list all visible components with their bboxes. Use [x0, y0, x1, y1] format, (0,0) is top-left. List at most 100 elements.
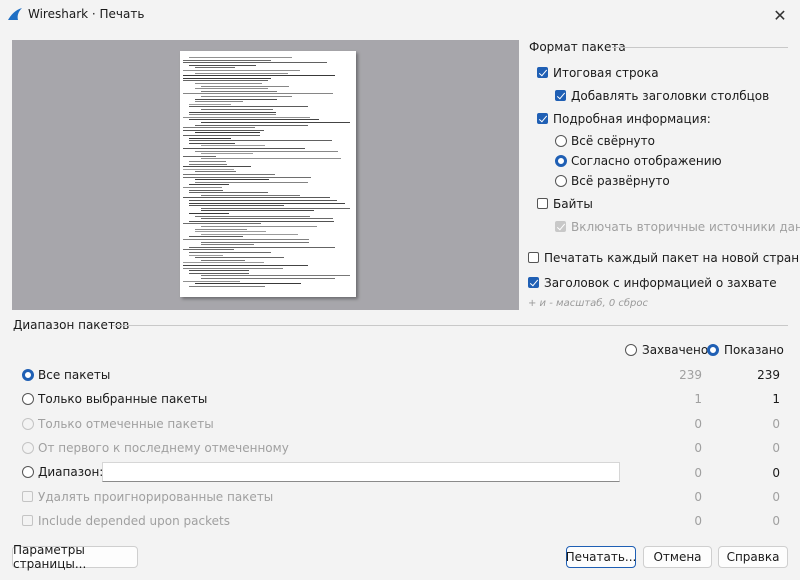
cancel-button[interactable]: Отмена	[643, 546, 712, 568]
preview-text-line	[183, 262, 264, 264]
preview-text-line	[201, 259, 245, 261]
group-divider	[112, 325, 788, 326]
preview-text-line	[189, 57, 292, 58]
captured-radio[interactable]	[625, 344, 637, 356]
range-label: Диапазон:	[38, 465, 104, 479]
preview-text-line	[201, 96, 293, 97]
capture-header-label: Заголовок с информацией о захвате	[544, 276, 777, 290]
secondary-sources-checkbox	[555, 221, 566, 232]
range-radio[interactable]	[22, 466, 34, 478]
capture-header-checkbox[interactable]	[528, 277, 539, 288]
new-page-label: Печатать каждый пакет на новой странице	[544, 251, 800, 265]
preview-text-line	[183, 176, 312, 178]
displayed-count: 1	[772, 392, 780, 406]
preview-text-line	[189, 205, 284, 207]
details-checkbox[interactable]	[537, 113, 548, 124]
preview-text-line	[189, 140, 333, 142]
preview-text-line	[183, 129, 265, 131]
preview-text-line	[183, 174, 276, 175]
preview-text-line	[201, 109, 274, 110]
selected-packets-radio[interactable]	[22, 393, 34, 405]
column-headers-checkbox[interactable]	[555, 90, 566, 101]
as-displayed-label: Согласно отображению	[571, 154, 722, 168]
preview-text-line	[195, 179, 269, 181]
bytes-checkbox[interactable]	[537, 198, 548, 209]
preview-text-line	[189, 184, 230, 186]
column-headers-label: Добавлять заголовки столбцов	[571, 89, 770, 103]
all-packets-label: Все пакеты	[38, 368, 111, 382]
preview-text-line	[195, 171, 237, 173]
preview-text-line	[183, 223, 261, 225]
preview-text-line	[195, 283, 302, 285]
new-page-checkbox[interactable]	[528, 252, 539, 263]
selected-packets-label: Только выбранные пакеты	[38, 392, 208, 406]
as-displayed-radio[interactable]	[555, 155, 567, 167]
remove-ignored-label: Удалять проигнорированные пакеты	[38, 490, 274, 504]
preview-text-line	[183, 249, 235, 251]
all-packets-radio[interactable]	[22, 369, 34, 381]
displayed-count: 0	[772, 490, 780, 504]
preview-text-line	[183, 70, 301, 71]
wireshark-fin-icon	[8, 8, 22, 20]
preview-text-line	[183, 59, 271, 61]
print-preview[interactable]	[12, 40, 519, 310]
preview-text-line	[189, 236, 243, 238]
page-setup-button[interactable]: Параметры страницы...	[12, 543, 138, 571]
preview-text-line	[189, 220, 334, 222]
captured-label: Захвачено	[642, 343, 709, 357]
captured-count: 0	[694, 417, 702, 431]
preview-text-line	[183, 77, 271, 79]
first-to-last-marked-radio	[22, 442, 34, 454]
preview-text-line	[201, 241, 309, 243]
preview-text-line	[189, 189, 223, 191]
preview-text-line	[183, 197, 330, 199]
remove-ignored-checkbox	[22, 491, 33, 502]
preview-text-line	[189, 246, 336, 248]
preview-text-line	[189, 192, 269, 194]
preview-text-line	[195, 181, 309, 183]
help-button[interactable]: Справка	[718, 546, 788, 568]
all-expanded-label: Всё развёрнуто	[571, 174, 670, 188]
displayed-radio[interactable]	[707, 344, 719, 356]
preview-text-line	[201, 153, 253, 155]
preview-text-line	[195, 101, 243, 103]
displayed-label: Показано	[724, 343, 784, 357]
preview-text-line	[195, 215, 310, 217]
print-button[interactable]: Печатать...	[566, 546, 636, 568]
preview-text-line	[195, 98, 278, 100]
preview-text-line	[201, 207, 350, 209]
range-input[interactable]	[102, 462, 620, 482]
preview-text-line	[189, 142, 236, 144]
preview-text-line	[189, 103, 231, 105]
preview-text-line	[183, 168, 235, 170]
include-depended-checkbox	[22, 515, 33, 526]
captured-count: 0	[694, 490, 702, 504]
window-title: Wireshark · Печать	[28, 7, 145, 21]
bytes-label: Байты	[553, 197, 593, 211]
preview-text-line	[201, 158, 341, 160]
displayed-count: 0	[772, 417, 780, 431]
close-icon: ✕	[773, 5, 787, 25]
secondary-sources-label: Включать вторичные источники данных	[571, 220, 800, 234]
preview-text-line	[189, 270, 250, 272]
summary-line-checkbox[interactable]	[537, 67, 548, 78]
captured-count: 0	[694, 514, 702, 528]
preview-text-line	[195, 257, 285, 259]
preview-text-line	[189, 200, 337, 201]
preview-text-line	[189, 213, 229, 214]
preview-text-line	[189, 163, 228, 165]
preview-text-line	[195, 67, 235, 69]
preview-text-line	[201, 210, 314, 212]
preview-text-line	[189, 252, 272, 253]
all-collapsed-label: Всё свёрнуто	[571, 134, 655, 148]
all-collapsed-radio[interactable]	[555, 135, 567, 147]
preview-text-line	[183, 135, 260, 136]
preview-page	[180, 51, 356, 297]
preview-text-line	[183, 116, 310, 118]
close-button[interactable]: ✕	[768, 4, 792, 26]
preview-text-line	[183, 148, 305, 149]
all-expanded-radio[interactable]	[555, 175, 567, 187]
group-divider	[612, 47, 788, 48]
preview-text-line	[183, 155, 216, 157]
first-to-last-marked-label: От первого к последнему отмеченному	[38, 441, 289, 455]
